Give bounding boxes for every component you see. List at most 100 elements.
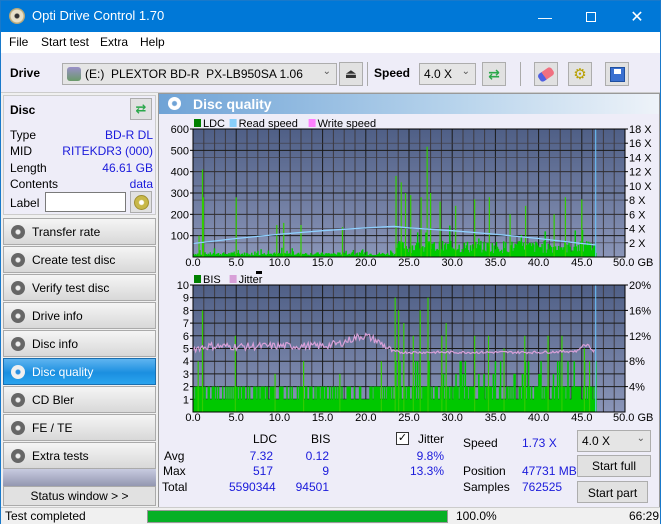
y2-tick-label: 2 X	[629, 238, 646, 250]
minimize-button[interactable]: —	[522, 1, 568, 32]
refresh-icon: ⇄	[488, 65, 500, 82]
disc-label-button[interactable]	[130, 191, 152, 213]
y-tick-label: 8	[183, 305, 189, 317]
window-title: Opti Drive Control 1.70	[32, 8, 165, 23]
disc-tool-icon	[11, 365, 25, 379]
legend-swatch-ldc	[194, 119, 201, 127]
menu-file[interactable]: File	[9, 35, 28, 49]
total-ldc: 5590344	[229, 480, 276, 494]
menu-extra[interactable]: Extra	[100, 35, 128, 49]
disc-contents-label: Contents	[10, 177, 59, 191]
nav-item-disc-info[interactable]: Disc info	[3, 330, 156, 357]
status-window-button[interactable]: Status window > >	[3, 486, 156, 506]
toolbar-separator	[520, 62, 521, 86]
start-part-button[interactable]: Start part	[577, 481, 648, 503]
speed-select[interactable]: 4.0 X ⌄	[419, 63, 476, 85]
disc-contents-value: data	[129, 177, 153, 191]
y-tick-label: 10	[177, 280, 189, 292]
status-bar: Test completed 100.0% 66:29	[1, 507, 660, 524]
x-tick-label: 45.0	[571, 257, 592, 269]
nav-item-create-test-disc[interactable]: Create test disc	[3, 246, 156, 273]
x-tick-label: 40.0	[528, 257, 549, 269]
nav-item-verify-test-disc[interactable]: Verify test disc	[3, 274, 156, 301]
save-button[interactable]	[605, 62, 629, 86]
progress-text: 100.0%	[456, 509, 497, 523]
max-jitter: 13.3%	[409, 464, 444, 478]
disc-refresh-button[interactable]: ⇄	[130, 98, 152, 120]
disc-quality-icon	[168, 97, 181, 110]
disc-type-label: Type	[10, 128, 37, 142]
position-label: Position	[463, 464, 506, 478]
y-tick-label: 2	[183, 382, 189, 394]
nav-item-fe-te[interactable]: FE / TE	[3, 414, 156, 441]
refresh-button[interactable]: ⇄	[482, 62, 506, 86]
settings-icon: ⚙	[573, 66, 587, 83]
save-icon	[609, 66, 625, 82]
x-tick-label: 20.0	[355, 257, 376, 269]
maximize-button[interactable]	[568, 1, 614, 32]
avg-jitter: 9.8%	[416, 449, 444, 463]
total-bis: 94501	[295, 480, 329, 494]
menu-help[interactable]: Help	[140, 35, 165, 49]
x-tick-label: 20.0	[355, 412, 376, 424]
test-speed-value: 4.0 X	[582, 434, 611, 448]
y2-tick-label: 12%	[629, 331, 651, 343]
x-tick-label: 0.0	[185, 412, 200, 424]
nav-item-drive-info[interactable]: Drive info	[3, 302, 156, 329]
eject-icon: ⏏	[344, 66, 358, 81]
nav-item-transfer-rate[interactable]: Transfer rate	[3, 218, 156, 245]
legend-label: Jitter	[239, 274, 263, 286]
total-label: Total	[162, 480, 188, 494]
test-speed-select[interactable]: 4.0 X ⌄	[577, 430, 651, 452]
y2-tick-label: 4 X	[629, 224, 646, 236]
close-button[interactable]: ✕	[614, 1, 660, 32]
menu-start-test[interactable]: Start test	[41, 35, 89, 49]
nav-item-disc-quality[interactable]: Disc quality	[3, 358, 156, 385]
x-tick-label: 50.0 GB	[613, 257, 653, 269]
nav-item-label: CD Bler	[32, 393, 75, 407]
panel-title: Disc quality	[193, 96, 272, 112]
disc-length-label: Length	[10, 161, 47, 175]
speed-readout-value: 1.73 X	[522, 436, 557, 450]
y2-tick-label: 8 X	[629, 195, 646, 207]
sidebar: Disc ⇄ Type BD-R DL MID RITEKDR3 (000) L…	[1, 93, 158, 508]
nav-item-label: Extra tests	[32, 449, 89, 463]
x-tick-label: 25.0	[398, 412, 419, 424]
drive-select[interactable]: (E:) PLEXTOR BD-R PX-LB950SA 1.06 ⌄	[62, 63, 337, 85]
x-tick-label: 25.0	[398, 257, 419, 269]
progress-bar	[147, 510, 448, 523]
settings-button[interactable]: ⚙	[568, 62, 592, 86]
erase-button[interactable]	[534, 62, 558, 86]
eject-button[interactable]: ⏏	[339, 62, 363, 86]
x-tick-label: 0.0	[185, 257, 200, 269]
disc-quality-panel: Disc quality 0.0 5.0 10.0 15.0 20.0 25.0 30.0 3…	[158, 93, 660, 508]
nav-item-extra-tests[interactable]: Extra tests	[3, 442, 156, 469]
samples-value: 762525	[522, 480, 563, 494]
x-tick-label: 50.0 GB	[613, 412, 653, 424]
disc-tool-icon	[11, 281, 25, 295]
elapsed-time: 66:29	[629, 509, 660, 523]
y2-tick-label: 20%	[629, 280, 651, 292]
nav-item-label: Drive info	[32, 309, 83, 323]
disc-tool-icon	[11, 225, 25, 239]
disc-label-input[interactable]	[45, 192, 126, 212]
y2-tick-label: 16 X	[629, 138, 652, 150]
disc-tool-icon	[11, 449, 25, 463]
maximize-icon	[586, 11, 596, 22]
disc-label-label: Label	[10, 196, 40, 210]
start-full-button[interactable]: Start full	[577, 455, 651, 477]
disc-length-value: 46.61 GB	[102, 161, 153, 175]
drive-label: Drive	[10, 66, 41, 80]
max-ldc: 517	[252, 464, 273, 478]
jitter-checkbox[interactable]: ✓	[396, 432, 409, 445]
y-tick-label: 200	[171, 209, 189, 221]
y2-tick-label: 12 X	[629, 167, 652, 179]
nav-item-label: Create test disc	[32, 253, 116, 267]
chevron-down-icon: ⌄	[461, 66, 470, 77]
legend-swatch-write-speed	[308, 119, 316, 127]
nav-item-cd-bler[interactable]: CD Bler	[3, 386, 156, 413]
disc-tool-icon	[11, 393, 25, 407]
samples-label: Samples	[463, 480, 510, 494]
nav-item-label: Transfer rate	[32, 225, 101, 239]
app-window: Opti Drive Control 1.70 — ✕ File Start t…	[0, 0, 661, 524]
